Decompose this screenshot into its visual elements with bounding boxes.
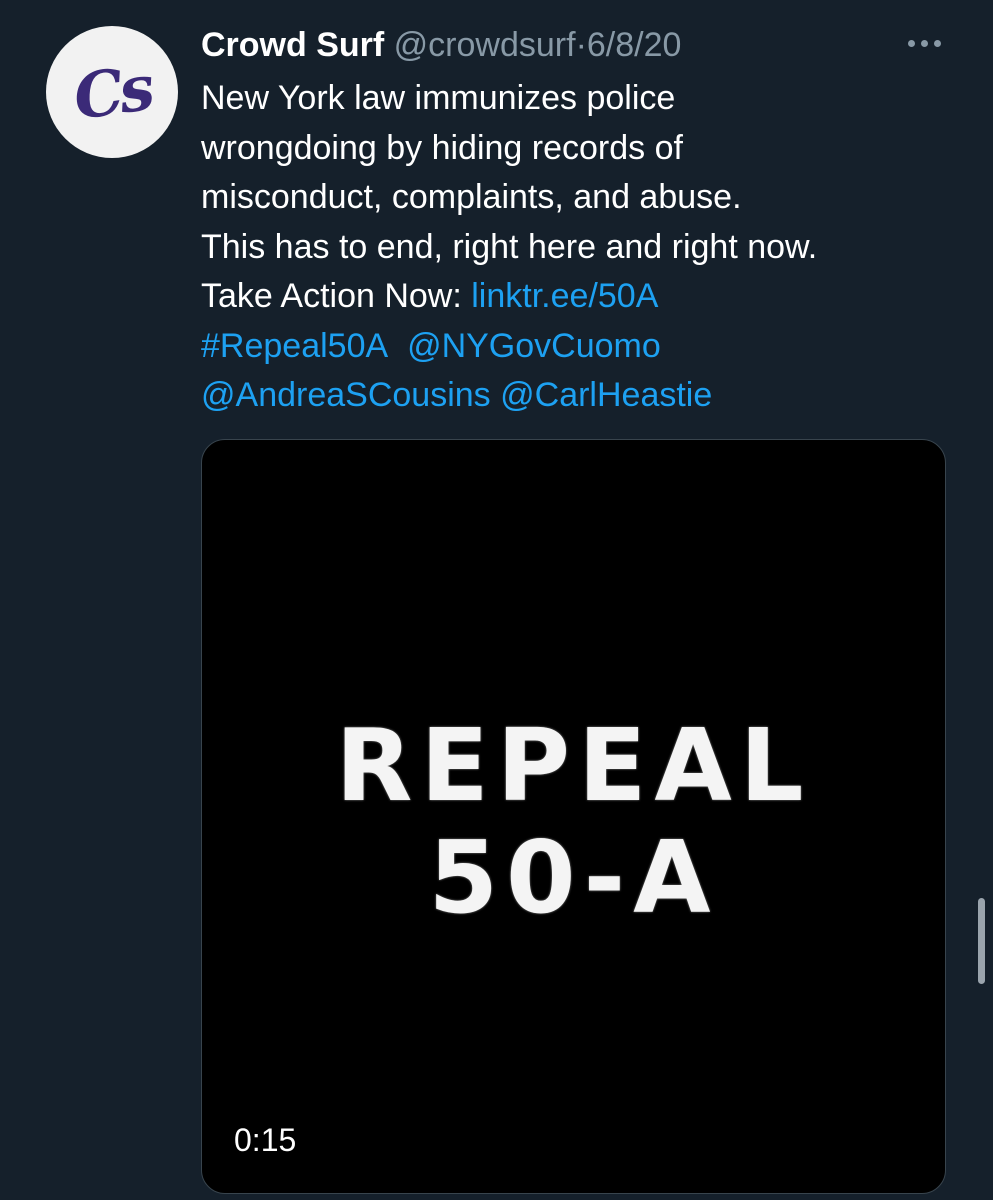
hashtag-link[interactable]: #Repeal50A	[201, 327, 388, 365]
tweet-header: Crowd Surf @crowdsurf·6/8/20	[201, 24, 681, 66]
tweet-text-line: This has to end, right here and right no…	[201, 227, 818, 266]
tweet-text-line: wrongdoing by hiding records of	[201, 128, 683, 167]
tweet-date[interactable]: 6/8/20	[587, 26, 682, 64]
mention-link[interactable]: @NYGovCuomo	[407, 327, 661, 365]
tags-line: #Repeal50A @NYGovCuomo	[201, 322, 961, 372]
video-title-text: REPEAL 50-A	[202, 710, 945, 934]
take-action-label: Take Action Now:	[201, 277, 462, 315]
author-name[interactable]: Crowd Surf	[201, 26, 384, 64]
mention-link[interactable]: @CarlHeastie	[500, 376, 712, 414]
author-handle[interactable]: @crowdsurf	[394, 26, 576, 64]
video-title-line: REPEAL	[335, 707, 812, 824]
take-action-link[interactable]: linktr.ee/50A	[471, 277, 658, 315]
header-separator: ·	[575, 26, 587, 64]
more-icon[interactable]	[908, 40, 941, 47]
avatar-logo-text: Cs	[69, 50, 155, 134]
scrollbar-thumb[interactable]	[978, 898, 985, 984]
tweet-text: New York law immunizes police wrongdoing…	[201, 74, 961, 421]
video-player[interactable]: REPEAL 50-A 0:15	[201, 439, 946, 1194]
video-title-line: 50-A	[428, 819, 719, 936]
tweet-text-line: New York law immunizes police	[201, 79, 676, 117]
mentions-line: @AndreaSCousins @CarlHeastie	[201, 371, 961, 421]
tweet-card[interactable]: Cs Crowd Surf @crowdsurf·6/8/20 New York…	[0, 0, 993, 1200]
avatar[interactable]: Cs	[46, 26, 178, 158]
tweet-text-line: misconduct, complaints, and abuse.	[201, 178, 742, 216]
mention-link[interactable]: @AndreaSCousins	[201, 376, 491, 414]
take-action-line: Take Action Now: linktr.ee/50A	[201, 272, 961, 322]
video-duration: 0:15	[234, 1122, 297, 1158]
